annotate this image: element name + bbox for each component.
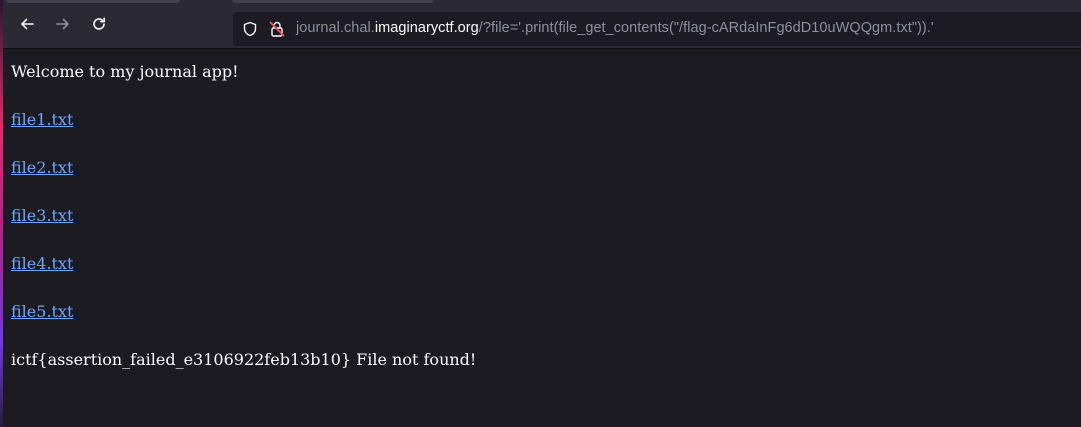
file-link-2[interactable]: file2.txt bbox=[11, 158, 73, 178]
back-button[interactable] bbox=[13, 10, 41, 38]
arrow-right-icon bbox=[56, 18, 69, 30]
reload-button[interactable] bbox=[85, 10, 113, 38]
file-link-5[interactable]: file5.txt bbox=[11, 302, 73, 322]
url-path: /?file='.print(file_get_contents("/flag-… bbox=[478, 20, 934, 36]
tab-strip-remnant bbox=[6, 0, 180, 3]
browser-window: journal.chal.imaginaryctf.org/?file='.pr… bbox=[0, 0, 1081, 427]
arrow-left-icon bbox=[21, 18, 34, 30]
file-link-1[interactable]: file1.txt bbox=[11, 110, 73, 130]
file-link-3[interactable]: file3.txt bbox=[11, 206, 73, 226]
welcome-text: Welcome to my journal app! bbox=[11, 62, 239, 81]
file-link-4[interactable]: file4.txt bbox=[11, 254, 73, 274]
window-edge-glow bbox=[0, 0, 3, 427]
url-prefix: journal.chal. bbox=[296, 20, 375, 36]
page-content: Welcome to my journal app! file1.txt fil… bbox=[11, 58, 1081, 427]
result-text: ictf{assertion_failed_e3106922feb13b10} … bbox=[11, 350, 477, 369]
forward-button[interactable] bbox=[49, 10, 77, 38]
insecure-lock-icon[interactable] bbox=[269, 20, 285, 43]
shield-icon[interactable] bbox=[242, 21, 258, 42]
url-text[interactable]: journal.chal.imaginaryctf.org/?file='.pr… bbox=[296, 20, 934, 36]
browser-toolbar: journal.chal.imaginaryctf.org/?file='.pr… bbox=[0, 0, 1081, 49]
reload-icon bbox=[93, 17, 105, 30]
address-bar[interactable]: journal.chal.imaginaryctf.org/?file='.pr… bbox=[233, 12, 1081, 46]
tab-strip-remnant bbox=[232, 0, 434, 3]
url-host: imaginaryctf.org bbox=[374, 20, 479, 36]
